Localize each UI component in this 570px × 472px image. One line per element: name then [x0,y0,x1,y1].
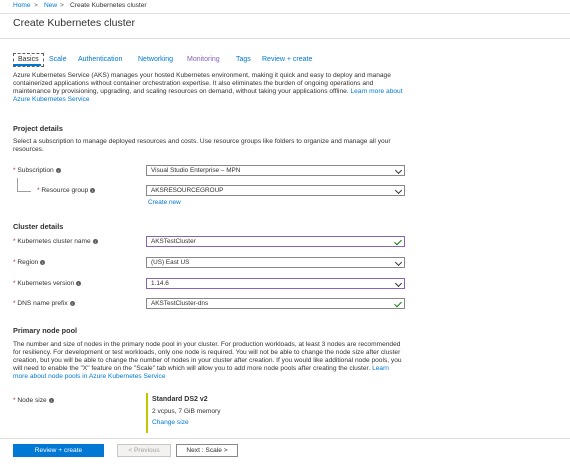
resource-group-label: * Resource group i [37,187,96,194]
change-size-link[interactable]: Change size [152,419,189,426]
subscription-label: * Subscription i [13,167,61,174]
resource-group-label-text: Resource group [41,187,89,194]
info-icon: i [92,238,98,244]
resource-group-value: AKSRESOURCEGROUP [151,187,224,194]
breadcrumb-current: Create Kubernetes cluster [70,2,147,9]
node-size-label-text: Node size [17,397,47,404]
node-size-specs: 2 vcpus, 7 GiB memory [152,408,221,415]
breadcrumb-home[interactable]: Home [13,2,31,9]
cluster-name-label-text: Kubernetes cluster name [17,238,91,245]
tree-connector [17,191,31,192]
title-divider [0,38,570,39]
tab-authentication[interactable]: Authentication [78,56,122,63]
region-label-text: Region [17,259,39,266]
node-size-name: Standard DS2 v2 [152,396,208,403]
breadcrumb-separator: > [34,2,38,9]
previous-button[interactable]: < Previous [117,444,171,457]
subscription-label-text: Subscription [17,167,54,174]
region-value: (US) East US [151,259,190,266]
subscription-dropdown[interactable]: Visual Studio Enterprise – MPN [146,165,405,176]
tab-tags[interactable]: Tags [236,56,251,63]
breadcrumb-separator: > [60,2,64,9]
kubernetes-version-label: * Kubernetes version i [13,280,82,287]
subscription-value: Visual Studio Enterprise – MPN [151,167,241,174]
resource-group-dropdown[interactable]: AKSRESOURCEGROUP [146,185,405,196]
info-icon: i [90,187,96,193]
chevron-down-icon [394,279,403,288]
review-create-button[interactable]: Review + create [13,444,104,457]
tab-networking[interactable]: Networking [138,56,173,63]
tab-review-create[interactable]: Review + create [262,56,312,63]
next-scale-button[interactable]: Next : Scale > [176,444,238,457]
active-tab-indicator [14,64,41,66]
kubernetes-version-dropdown[interactable]: 1.14.6 [146,278,405,289]
info-icon: i [40,259,46,265]
kubernetes-version-label-text: Kubernetes version [17,280,75,287]
node-size-accent-bar [146,393,148,433]
page-title: Create Kubernetes cluster [13,17,135,29]
project-details-heading: Project details [13,124,63,133]
checkmark-icon [394,299,402,308]
tab-monitoring[interactable]: Monitoring [187,56,220,63]
footer-divider [0,438,570,439]
intro-description: Azure Kubernetes Service (AKS) manages y… [13,72,405,104]
chevron-down-icon [394,186,403,195]
region-dropdown[interactable]: (US) East US [146,257,405,268]
cluster-details-heading: Cluster details [13,222,64,231]
tree-connector [17,178,18,191]
create-new-link[interactable]: Create new [148,199,181,206]
project-description: Select a subscription to manage deployed… [13,138,391,153]
dns-prefix-label: * DNS name prefix i [13,300,75,307]
tab-scale[interactable]: Scale [49,56,67,63]
cluster-name-label: * Kubernetes cluster name i [13,238,98,245]
tab-basics-label: Basics [18,56,39,63]
cluster-name-value: AKSTestCluster [151,238,196,245]
region-label: * Region i [13,259,46,266]
cluster-name-input[interactable]: AKSTestCluster [146,236,405,247]
dns-prefix-input[interactable]: AKSTestCluster-dns [146,298,405,309]
chevron-down-icon [394,166,403,175]
breadcrumb-new[interactable]: New [44,2,57,9]
kubernetes-version-value: 1.14.6 [151,280,169,287]
node-pool-description: The number and size of nodes in the prim… [13,341,405,381]
dns-prefix-label-text: DNS name prefix [17,300,68,307]
node-pool-heading: Primary node pool [13,326,78,335]
info-icon: i [76,280,82,286]
checkmark-icon [394,237,402,246]
info-icon: i [55,167,61,173]
node-size-label: * Node size i [13,397,54,404]
chevron-down-icon [394,258,403,267]
info-icon: i [48,397,54,403]
node-pool-text: The number and size of nodes in the prim… [13,341,402,372]
info-icon: i [69,300,75,306]
dns-prefix-value: AKSTestCluster-dns [151,300,209,307]
intro-text: Azure Kubernetes Service (AKS) manages y… [13,72,391,95]
